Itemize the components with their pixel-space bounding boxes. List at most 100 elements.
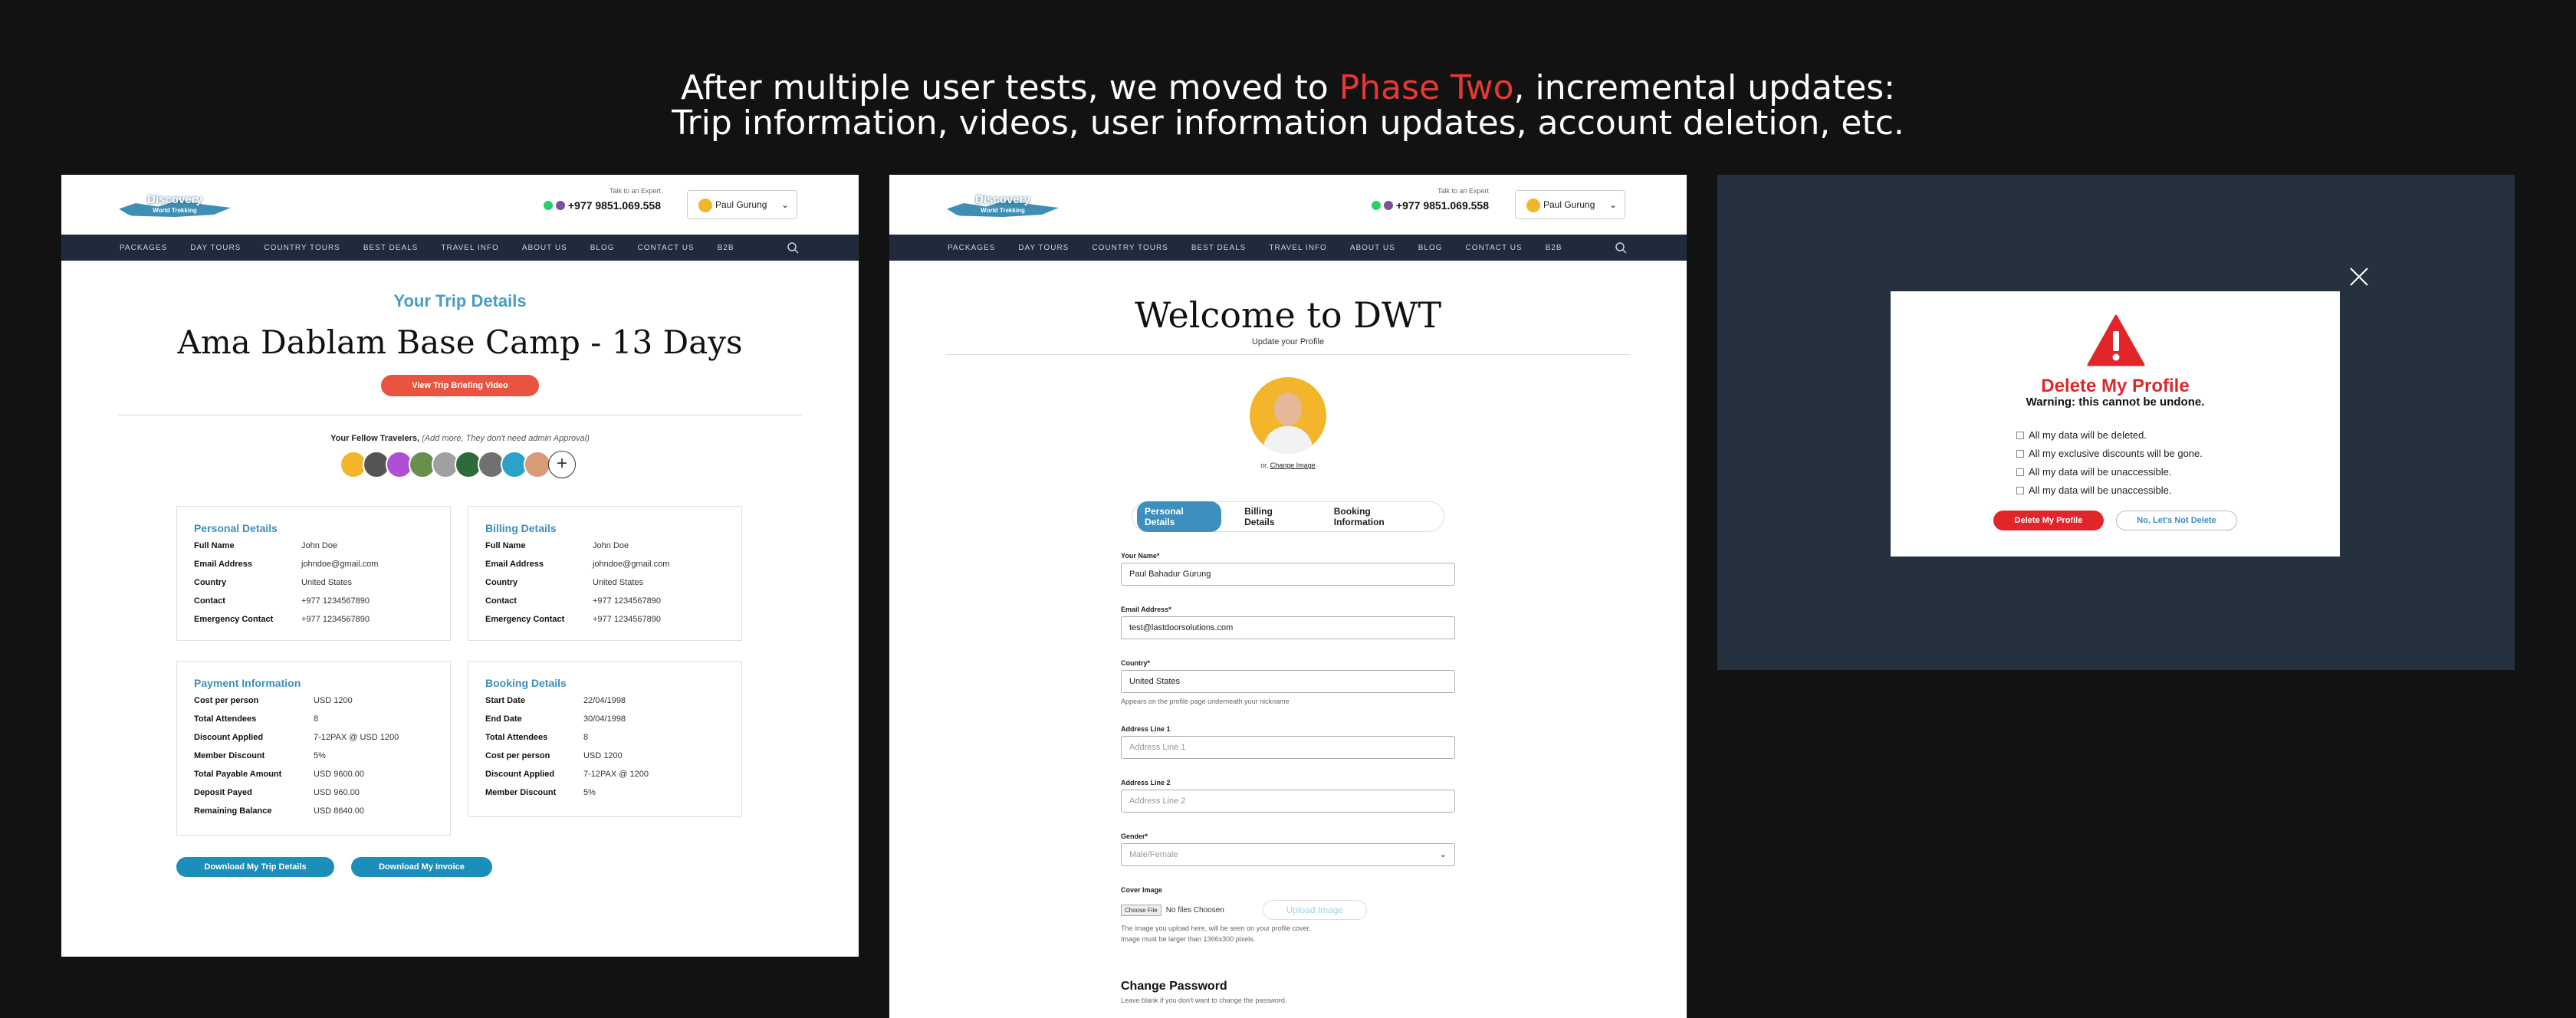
name-input[interactable]: Paul Bahadur Gurung (1121, 563, 1455, 586)
nav-packages[interactable]: PACKAGES (120, 244, 167, 252)
download-trip-details-button[interactable]: Download My Trip Details (176, 857, 334, 877)
detail-label: Email Address (485, 560, 544, 569)
nav-day-tours[interactable]: DAY TOURS (1018, 244, 1069, 252)
page-title: Welcome to DWT (1134, 294, 1442, 336)
viber-icon (555, 201, 565, 210)
nav-contact-us[interactable]: CONTACT US (1466, 244, 1523, 252)
upload-image-button[interactable]: Upload Image (1262, 900, 1367, 920)
detail-value: johndoe@gmail.com (301, 560, 379, 569)
detail-label: Contact (485, 596, 517, 606)
nav-best-deals[interactable]: BEST DEALS (363, 244, 419, 252)
search-icon[interactable] (787, 241, 799, 254)
avatar (698, 199, 712, 212)
change-image: or, Change Image (1260, 461, 1316, 469)
headline-line-1: After multiple user tests, we moved to P… (680, 68, 1896, 107)
nav-blog[interactable]: BLOG (1418, 244, 1443, 252)
detail-row: Total Attendees 8 (485, 731, 741, 744)
detail-value: 22/04/1998 (583, 696, 626, 705)
email-input[interactable]: test@lastdoorsolutions.com (1121, 616, 1455, 639)
delete-profile-screen: Delete My Profile Warning: this cannot b… (1717, 175, 2515, 670)
search-icon[interactable] (1615, 241, 1627, 254)
detail-row: Start Date 22/04/1998 (485, 695, 741, 708)
checkbox[interactable] (2016, 432, 2024, 439)
view-trip-video-button[interactable]: View Trip Briefing Video (381, 375, 539, 396)
country-input[interactable]: United States (1121, 670, 1455, 693)
detail-row: Full Name John Doe (194, 540, 450, 553)
main-nav: PACKAGES DAY TOURS COUNTRY TOURS BEST DE… (61, 235, 859, 261)
detail-row: Total Payable Amount USD 9600.00 (194, 768, 450, 781)
detail-row: Remaining Balance USD 8640.00 (194, 805, 450, 818)
nav-packages[interactable]: PACKAGES (948, 244, 995, 252)
consequence-list: All my data will be deleted. All my excl… (2016, 426, 2203, 500)
trip-details-screen: Discovery World Trekking Talk to an Expe… (61, 175, 859, 957)
choose-file-button[interactable]: Choose File (1121, 904, 1162, 916)
trip-name: Ama Dablam Base Camp - 13 Days (177, 323, 743, 361)
detail-value: United States (593, 578, 644, 587)
account-dropdown[interactable]: Paul Gurung ⌄ (687, 190, 797, 219)
detail-label: Discount Applied (194, 733, 264, 742)
detail-row: Email Address johndoe@gmail.com (194, 558, 450, 571)
headline-highlight: Phase Two (1339, 68, 1514, 107)
consequence-item[interactable]: All my data will be unaccessible. (2016, 463, 2203, 481)
nav-country-tours[interactable]: COUNTRY TOURS (1092, 244, 1168, 252)
close-icon[interactable] (2348, 265, 2371, 288)
profile-tabs: Personal Details Billing Details Booking… (1132, 501, 1444, 532)
consequence-item[interactable]: All my data will be unaccessible. (2016, 481, 2203, 500)
detail-value: johndoe@gmail.com (593, 560, 670, 569)
detail-value: John Doe (593, 541, 629, 550)
add-traveler-button[interactable]: + (548, 451, 576, 478)
detail-value: USD 960.00 (314, 788, 360, 797)
nav-contact-us[interactable]: CONTACT US (638, 244, 695, 252)
tab-booking-information[interactable]: Booking Information (1326, 501, 1428, 532)
nav-travel-info[interactable]: TRAVEL INFO (441, 244, 498, 252)
detail-value: 5% (314, 751, 326, 760)
address-line-1-input[interactable]: Address Line 1 (1121, 736, 1455, 759)
detail-value: John Doe (301, 541, 338, 550)
gender-select[interactable]: Male/Female ⌄ (1121, 843, 1455, 866)
detail-row: Deposit Payed USD 960.00 (194, 786, 450, 800)
detail-row: Member Discount 5% (194, 750, 450, 763)
cancel-delete-button[interactable]: No, Let's Not Delete (2116, 511, 2237, 530)
detail-label: Member Discount (194, 751, 265, 760)
logo[interactable]: Discovery World Trekking (947, 186, 1059, 224)
account-dropdown[interactable]: Paul Gurung ⌄ (1515, 190, 1625, 219)
detail-label: Full Name (194, 541, 235, 550)
expert-contact[interactable]: Talk to an Expert +977 9851.069.558 (531, 187, 661, 212)
profile-avatar[interactable] (1250, 377, 1326, 454)
nav-travel-info[interactable]: TRAVEL INFO (1269, 244, 1326, 252)
expert-contact[interactable]: Talk to an Expert +977 9851.069.558 (1359, 187, 1489, 212)
detail-row: End Date 30/04/1998 (485, 713, 741, 726)
consequence-item[interactable]: All my data will be deleted. (2016, 426, 2203, 445)
delete-profile-button[interactable]: Delete My Profile (1993, 511, 2104, 530)
consequence-item[interactable]: All my exclusive discounts will be gone. (2016, 445, 2203, 463)
traveler-avatar[interactable] (524, 451, 551, 478)
nav-blog[interactable]: BLOG (590, 244, 615, 252)
checkbox[interactable] (2016, 450, 2024, 458)
avatar (1526, 199, 1540, 212)
detail-value: USD 9600.00 (314, 770, 365, 779)
detail-row: Country United States (485, 576, 741, 589)
booking-details-card: Booking Details Start Date 22/04/1998 End … (468, 661, 742, 817)
change-image-link[interactable]: Change Image (1270, 461, 1316, 469)
whatsapp-icon (543, 201, 553, 210)
checkbox[interactable] (2016, 468, 2024, 476)
nav-best-deals[interactable]: BEST DEALS (1191, 244, 1247, 252)
tab-billing-details[interactable]: Billing Details (1237, 501, 1311, 532)
nav-b2b[interactable]: B2B (1546, 244, 1562, 252)
detail-label: Cost per person (485, 751, 550, 760)
logo[interactable]: Discovery World Trekking (119, 186, 231, 224)
tab-personal-details[interactable]: Personal Details (1137, 501, 1222, 532)
detail-row: Country United States (194, 576, 450, 589)
nav-about-us[interactable]: ABOUT US (1350, 244, 1395, 252)
detail-label: Country (485, 578, 518, 587)
nav-about-us[interactable]: ABOUT US (522, 244, 567, 252)
detail-row: Emergency Contact +977 1234567890 (194, 613, 450, 626)
nav-country-tours[interactable]: COUNTRY TOURS (264, 244, 340, 252)
nav-day-tours[interactable]: DAY TOURS (190, 244, 241, 252)
detail-value: USD 1200 (314, 696, 353, 705)
detail-label: Contact (194, 596, 225, 606)
checkbox[interactable] (2016, 487, 2024, 494)
address-line-2-input[interactable]: Address Line 2 (1121, 790, 1455, 813)
nav-b2b[interactable]: B2B (718, 244, 734, 252)
download-invoice-button[interactable]: Download My Invoice (351, 857, 492, 877)
